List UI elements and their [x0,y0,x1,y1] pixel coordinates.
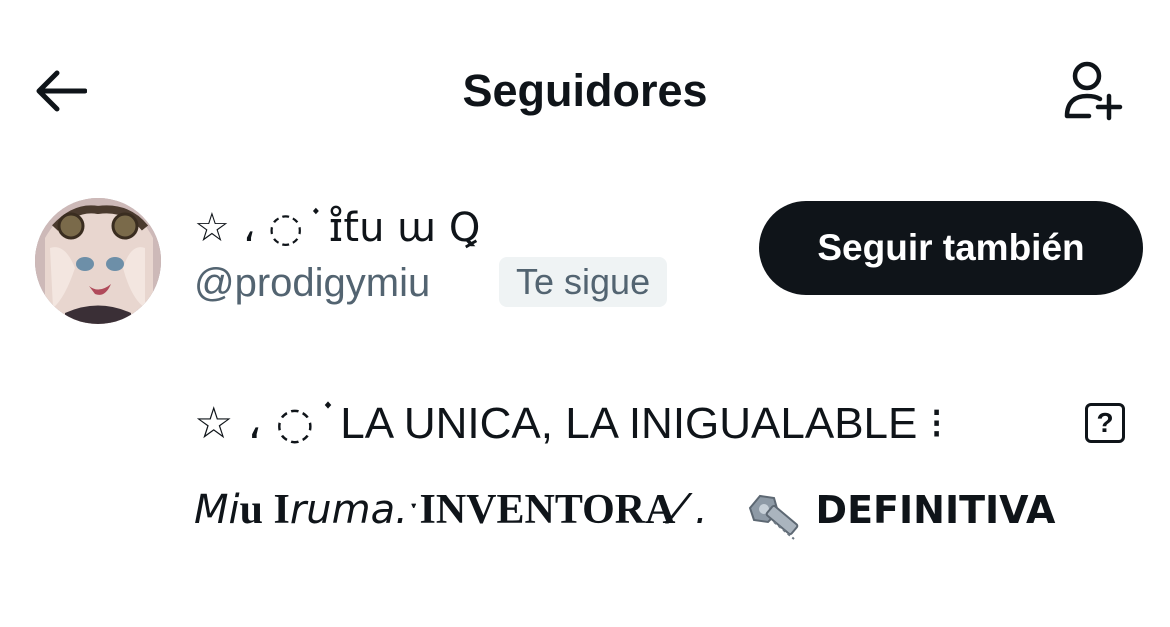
page-title: Seguidores [462,65,708,116]
follower-display-name[interactable]: ☆ ، ◌ ֗ ɪ̊ƭս ա Ꝗ [194,205,480,251]
bio-line2-b: u I [239,487,290,533]
bio-line2-a: Mi [194,487,240,533]
bio-line1-prefix: ☆ ، ◌ ֗ [194,398,328,449]
bio-line2-f: DEFINITIVA [815,488,1056,532]
person-add-icon [1064,61,1123,121]
follower-handle[interactable]: @prodigymiu [194,260,430,306]
nut-and-bolt-icon [748,494,798,540]
avatar-image [35,198,161,324]
bio-line2-c: ruma. [289,487,408,533]
follow-back-button[interactable]: Seguir también [759,201,1143,295]
add-person-button[interactable] [1055,54,1127,126]
missing-glyph-box: ? [1085,403,1125,443]
follows-you-badge: Te sigue [499,257,668,307]
header: Seguidores [0,0,1170,180]
avatar[interactable] [35,198,161,324]
bio-line2-e: ⁄ . [675,487,708,533]
bio-line2-d: ˑINVENTORA [407,487,676,533]
bio-line-2: Miu Iruma.ˑINVENTORA⁄ . DEFINITIVA [194,480,1055,540]
bio-line-1: ☆ ، ◌ ֗ LA UNICA, LA INIGUALABLE ⁝ [194,396,944,452]
bio-line1-text: LA UNICA, LA INIGUALABLE [340,399,918,448]
bio-line1-suffix: ⁝ [929,398,944,449]
